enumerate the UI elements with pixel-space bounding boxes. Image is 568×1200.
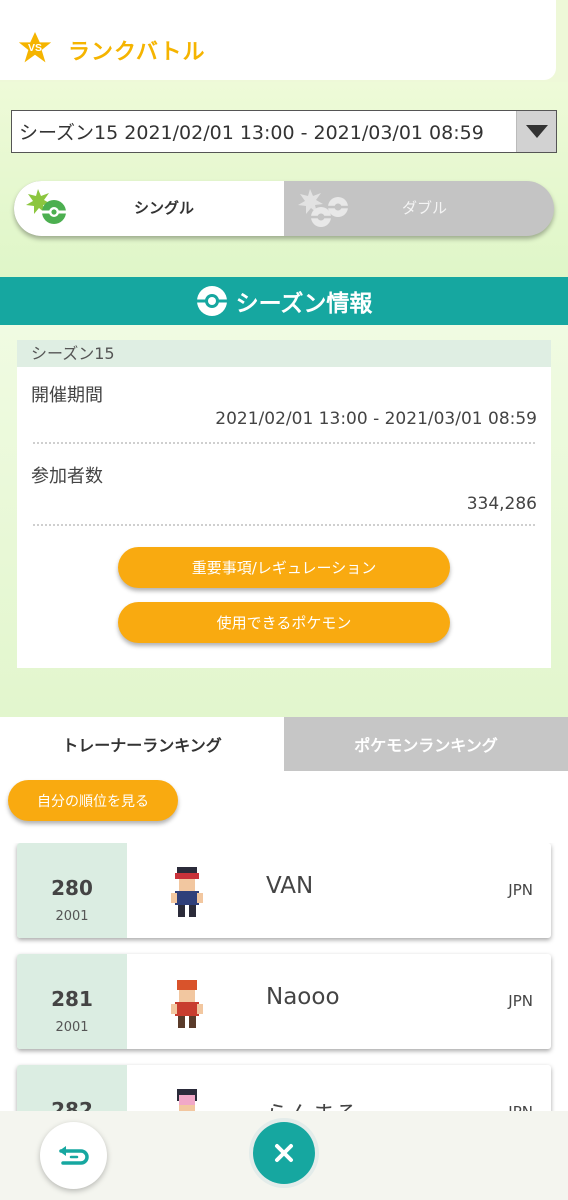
trainer-avatar — [171, 980, 203, 1028]
tab-trainer-ranking[interactable]: トレーナーランキング — [0, 717, 284, 771]
double-battle-label: ダブル — [402, 199, 448, 217]
trainer-name: らんまる — [266, 1095, 358, 1111]
vs-star-icon: VS — [18, 31, 52, 63]
period-label: 開催期間 — [31, 385, 103, 406]
rank-number: 281 — [51, 987, 93, 1011]
divider — [33, 524, 535, 526]
header-card: VS ランクバトル — [0, 0, 556, 80]
svg-text:VS: VS — [28, 43, 42, 54]
back-button[interactable] — [40, 1122, 107, 1189]
single-battle-icon — [26, 189, 66, 224]
regulation-button[interactable]: 重要事項/レギュレーション — [118, 547, 450, 588]
rank-rating: 2001 — [55, 1020, 89, 1035]
tab-pokemon-ranking[interactable]: ポケモンランキング — [284, 717, 568, 771]
season-name: シーズン15 — [17, 340, 551, 367]
trainer-avatar — [171, 867, 203, 917]
dropdown-arrow-icon[interactable] — [516, 111, 556, 152]
season-select-value: シーズン15 2021/02/01 13:00 - 2021/03/01 08:… — [19, 122, 484, 144]
usable-pokemon-button[interactable]: 使用できるポケモン — [118, 602, 450, 643]
single-battle-label: シングル — [134, 199, 195, 217]
close-icon — [275, 1144, 293, 1162]
single-battle-tab[interactable]: シングル — [14, 181, 284, 236]
trainer-avatar — [177, 1089, 197, 1111]
ranking-tabs: トレーナーランキング ポケモンランキング — [0, 717, 568, 771]
trainer-country: JPN — [508, 1103, 533, 1111]
trainer-name: Naooo — [266, 984, 340, 1010]
pokeball-icon — [196, 286, 227, 316]
rank-number: 282 — [51, 1098, 93, 1111]
divider — [33, 442, 535, 444]
back-icon — [58, 1145, 89, 1165]
ranking-row[interactable]: 282 らんまる JPN — [17, 1065, 551, 1111]
rank-rating: 2001 — [55, 909, 89, 924]
trainer-country: JPN — [508, 992, 533, 1010]
season-info-title: シーズン情報 — [235, 291, 373, 317]
close-button[interactable] — [253, 1122, 315, 1184]
rank-number: 280 — [51, 876, 93, 900]
double-battle-icon — [298, 189, 348, 227]
period-value: 2021/02/01 13:00 - 2021/03/01 08:59 — [215, 409, 537, 429]
season-info-header: シーズン情報 — [0, 277, 568, 325]
double-battle-tab[interactable]: ダブル — [284, 181, 554, 236]
page-title: ランクバトル — [68, 40, 206, 65]
my-rank-button[interactable]: 自分の順位を見る — [8, 780, 178, 821]
ranking-row[interactable]: 280 2001 VAN JPN — [17, 843, 551, 938]
season-select[interactable]: シーズン15 2021/02/01 13:00 - 2021/03/01 08:… — [11, 110, 557, 153]
ranking-row[interactable]: 281 2001 Naooo JPN — [17, 954, 551, 1049]
trainer-country: JPN — [508, 881, 533, 899]
season-info-card: シーズン15 開催期間 2021/02/01 13:00 - 2021/03/0… — [17, 340, 551, 668]
participants-label: 参加者数 — [31, 466, 103, 487]
trainer-name: VAN — [266, 873, 314, 899]
battle-type-toggle: シングル ダブル — [14, 181, 554, 236]
ranking-list: 280 2001 VAN JPN 281 2001 Naooo JPN 282 — [0, 843, 568, 1111]
participants-value: 334,286 — [466, 494, 537, 514]
